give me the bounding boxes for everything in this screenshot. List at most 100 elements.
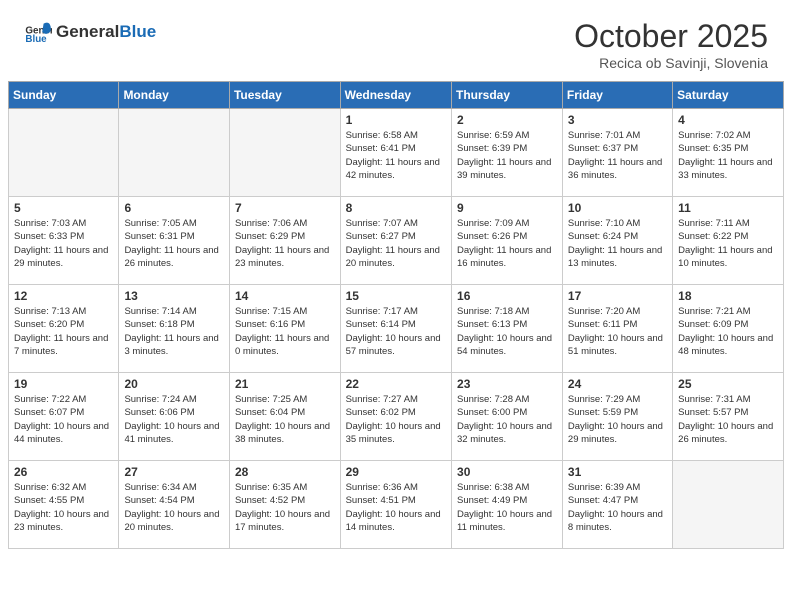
calendar-week-row: 12 Sunrise: 7:13 AM Sunset: 6:20 PM Dayli… (9, 285, 784, 373)
calendar-cell: 18Sunrise: 7:21 AM Sunset: 6:09 PM Dayli… (673, 285, 784, 373)
calendar-cell: 29Sunrise: 6:36 AM Sunset: 4:51 PM Dayli… (340, 461, 451, 549)
day-number: 12 (14, 289, 113, 303)
day-number: 26 (14, 465, 113, 479)
weekday-header-monday: Monday (119, 82, 230, 109)
calendar-cell: 22 Sunrise: 7:27 AM Sunset: 6:02 PM Dayli… (340, 373, 451, 461)
calendar-cell: 21 Sunrise: 7:25 AM Sunset: 6:04 PM Dayli… (229, 373, 340, 461)
calendar-title: October 2025 (574, 18, 768, 55)
calendar-cell: 31Sunrise: 6:39 AM Sunset: 4:47 PM Dayli… (562, 461, 672, 549)
calendar-week-row: 1Sunrise: 6:58 AM Sunset: 6:41 PM Daylig… (9, 109, 784, 197)
calendar-cell: 25 Sunrise: 7:31 AM Sunset: 5:57 PM Dayli… (673, 373, 784, 461)
day-info: Sunrise: 7:13 AM Sunset: 6:20 PM Dayligh… (14, 305, 113, 358)
calendar-cell: 26 Sunrise: 6:32 AM Sunset: 4:55 PM Dayli… (9, 461, 119, 549)
day-number: 3 (568, 113, 667, 127)
day-number: 25 (678, 377, 778, 391)
day-number: 21 (235, 377, 335, 391)
day-info: Sunrise: 7:05 AM Sunset: 6:31 PM Dayligh… (124, 217, 224, 270)
logo-icon: General Blue (24, 18, 52, 46)
day-number: 9 (457, 201, 557, 215)
logo-general-text: GeneralBlue (56, 23, 156, 42)
calendar-cell: 19 Sunrise: 7:22 AM Sunset: 6:07 PM Dayli… (9, 373, 119, 461)
day-number: 16 (457, 289, 557, 303)
day-info: Sunrise: 7:20 AM Sunset: 6:11 PM Dayligh… (568, 305, 667, 358)
day-info: Sunrise: 7:10 AM Sunset: 6:24 PM Dayligh… (568, 217, 667, 270)
day-info: Sunrise: 7:17 AM Sunset: 6:14 PM Dayligh… (346, 305, 446, 358)
day-info: Sunrise: 6:34 AM Sunset: 4:54 PM Dayligh… (124, 481, 224, 534)
calendar-subtitle: Recica ob Savinji, Slovenia (574, 55, 768, 71)
calendar-cell (119, 109, 230, 197)
day-info: Sunrise: 6:32 AM Sunset: 4:55 PM Dayligh… (14, 481, 113, 534)
calendar-cell: 23Sunrise: 7:28 AM Sunset: 6:00 PM Dayli… (452, 373, 563, 461)
day-info: Sunrise: 7:29 AM Sunset: 5:59 PM Dayligh… (568, 393, 667, 446)
calendar-week-row: 26 Sunrise: 6:32 AM Sunset: 4:55 PM Dayli… (9, 461, 784, 549)
day-info: Sunrise: 7:07 AM Sunset: 6:27 PM Dayligh… (346, 217, 446, 270)
day-number: 1 (346, 113, 446, 127)
day-info: Sunrise: 7:02 AM Sunset: 6:35 PM Dayligh… (678, 129, 778, 182)
day-number: 27 (124, 465, 224, 479)
calendar-cell: 12 Sunrise: 7:13 AM Sunset: 6:20 PM Dayli… (9, 285, 119, 373)
svg-text:Blue: Blue (25, 34, 47, 45)
calendar-cell: 20 Sunrise: 7:24 AM Sunset: 6:06 PM Dayli… (119, 373, 230, 461)
calendar-cell (229, 109, 340, 197)
day-number: 2 (457, 113, 557, 127)
calendar-cell: 30 Sunrise: 6:38 AM Sunset: 4:49 PM Dayli… (452, 461, 563, 549)
day-info: Sunrise: 7:18 AM Sunset: 6:13 PM Dayligh… (457, 305, 557, 358)
day-number: 19 (14, 377, 113, 391)
day-number: 4 (678, 113, 778, 127)
calendar-cell: 5Sunrise: 7:03 AM Sunset: 6:33 PM Daylig… (9, 197, 119, 285)
calendar-cell (673, 461, 784, 549)
day-info: Sunrise: 7:25 AM Sunset: 6:04 PM Dayligh… (235, 393, 335, 446)
weekday-header-thursday: Thursday (452, 82, 563, 109)
day-info: Sunrise: 6:38 AM Sunset: 4:49 PM Dayligh… (457, 481, 557, 534)
day-info: Sunrise: 7:31 AM Sunset: 5:57 PM Dayligh… (678, 393, 778, 446)
day-info: Sunrise: 7:24 AM Sunset: 6:06 PM Dayligh… (124, 393, 224, 446)
calendar-cell: 13Sunrise: 7:14 AM Sunset: 6:18 PM Dayli… (119, 285, 230, 373)
day-info: Sunrise: 7:09 AM Sunset: 6:26 PM Dayligh… (457, 217, 557, 270)
day-number: 22 (346, 377, 446, 391)
day-number: 20 (124, 377, 224, 391)
calendar-week-row: 5Sunrise: 7:03 AM Sunset: 6:33 PM Daylig… (9, 197, 784, 285)
day-info: Sunrise: 7:21 AM Sunset: 6:09 PM Dayligh… (678, 305, 778, 358)
day-info: Sunrise: 7:22 AM Sunset: 6:07 PM Dayligh… (14, 393, 113, 446)
weekday-header-sunday: Sunday (9, 82, 119, 109)
day-info: Sunrise: 6:59 AM Sunset: 6:39 PM Dayligh… (457, 129, 557, 182)
day-number: 11 (678, 201, 778, 215)
weekday-header-tuesday: Tuesday (229, 82, 340, 109)
calendar-cell: 3Sunrise: 7:01 AM Sunset: 6:37 PM Daylig… (562, 109, 672, 197)
calendar-cell: 6 Sunrise: 7:05 AM Sunset: 6:31 PM Daylig… (119, 197, 230, 285)
day-number: 30 (457, 465, 557, 479)
calendar-cell: 7Sunrise: 7:06 AM Sunset: 6:29 PM Daylig… (229, 197, 340, 285)
calendar-cell: 14Sunrise: 7:15 AM Sunset: 6:16 PM Dayli… (229, 285, 340, 373)
day-number: 13 (124, 289, 224, 303)
day-number: 28 (235, 465, 335, 479)
day-number: 17 (568, 289, 667, 303)
calendar-cell: 10Sunrise: 7:10 AM Sunset: 6:24 PM Dayli… (562, 197, 672, 285)
day-info: Sunrise: 7:28 AM Sunset: 6:00 PM Dayligh… (457, 393, 557, 446)
calendar-cell: 27 Sunrise: 6:34 AM Sunset: 4:54 PM Dayli… (119, 461, 230, 549)
calendar-cell (9, 109, 119, 197)
calendar-cell: 8 Sunrise: 7:07 AM Sunset: 6:27 PM Daylig… (340, 197, 451, 285)
calendar-cell: 24 Sunrise: 7:29 AM Sunset: 5:59 PM Dayli… (562, 373, 672, 461)
calendar-week-row: 19 Sunrise: 7:22 AM Sunset: 6:07 PM Dayli… (9, 373, 784, 461)
day-info: Sunrise: 6:39 AM Sunset: 4:47 PM Dayligh… (568, 481, 667, 534)
calendar-cell: 28 Sunrise: 6:35 AM Sunset: 4:52 PM Dayli… (229, 461, 340, 549)
calendar-cell: 17 Sunrise: 7:20 AM Sunset: 6:11 PM Dayli… (562, 285, 672, 373)
logo: General Blue GeneralBlue (24, 18, 156, 46)
calendar-cell: 11 Sunrise: 7:11 AM Sunset: 6:22 PM Dayli… (673, 197, 784, 285)
calendar-cell: 9 Sunrise: 7:09 AM Sunset: 6:26 PM Daylig… (452, 197, 563, 285)
day-info: Sunrise: 7:15 AM Sunset: 6:16 PM Dayligh… (235, 305, 335, 358)
day-number: 6 (124, 201, 224, 215)
day-info: Sunrise: 6:35 AM Sunset: 4:52 PM Dayligh… (235, 481, 335, 534)
day-number: 8 (346, 201, 446, 215)
calendar-table: SundayMondayTuesdayWednesdayThursdayFrid… (8, 81, 784, 549)
weekday-header-saturday: Saturday (673, 82, 784, 109)
calendar-cell: 16 Sunrise: 7:18 AM Sunset: 6:13 PM Dayli… (452, 285, 563, 373)
day-info: Sunrise: 7:27 AM Sunset: 6:02 PM Dayligh… (346, 393, 446, 446)
calendar-cell: 1Sunrise: 6:58 AM Sunset: 6:41 PM Daylig… (340, 109, 451, 197)
day-number: 24 (568, 377, 667, 391)
day-number: 5 (14, 201, 113, 215)
page-header: General Blue GeneralBlue October 2025 Re… (0, 0, 792, 81)
day-info: Sunrise: 7:11 AM Sunset: 6:22 PM Dayligh… (678, 217, 778, 270)
day-number: 7 (235, 201, 335, 215)
weekday-header-friday: Friday (562, 82, 672, 109)
